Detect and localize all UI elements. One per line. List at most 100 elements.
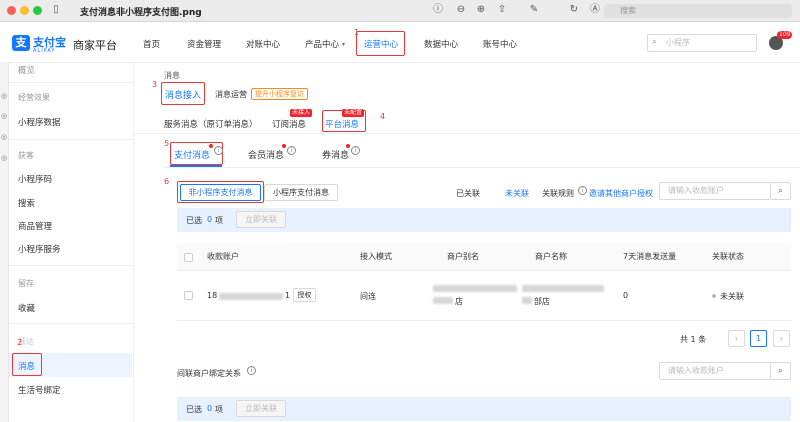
app-search-input[interactable]: 小程序 xyxy=(647,34,757,52)
info-icon[interactable]: i xyxy=(244,366,256,376)
info-icon[interactable]: ⓘ xyxy=(432,4,444,16)
annotation-5: 5 xyxy=(164,139,170,148)
window-search-input[interactable]: 搜索 xyxy=(604,4,792,18)
tab-coupon-message[interactable]: 券消息 xyxy=(322,148,349,161)
close-window-button[interactable] xyxy=(7,6,16,15)
selected-count: 0 xyxy=(207,215,213,224)
zoom-in-icon[interactable]: ⊕ xyxy=(475,4,487,16)
info-icon: i xyxy=(348,146,360,156)
col-sent-7d: 7天消息发送量 xyxy=(623,252,677,261)
info-icon: i xyxy=(211,146,223,156)
brand-title: 商家平台 xyxy=(73,39,117,52)
redacted-name xyxy=(522,285,604,292)
row-mode: 间连 xyxy=(360,292,376,301)
markup-icon[interactable]: ✎ xyxy=(528,4,540,16)
sidebar-item-goods[interactable]: 商品管理 xyxy=(18,220,52,232)
pagination-total: 共 1 条 xyxy=(680,335,707,344)
indirect-title: 间联商户绑定关系 xyxy=(177,369,241,378)
zoom-out-icon[interactable]: ⊖ xyxy=(455,4,467,16)
nav-home[interactable]: 首页 xyxy=(143,38,160,50)
sidebar-item-overview[interactable]: 概览 xyxy=(18,64,35,76)
select-all-checkbox[interactable] xyxy=(184,253,193,262)
share-icon[interactable]: ⇧ xyxy=(496,4,508,16)
tab-message-access[interactable]: 消息接入 xyxy=(165,88,201,101)
search-icon[interactable]: ⌕ xyxy=(771,362,791,380)
tab-pay-message[interactable]: 支付消息 xyxy=(174,148,210,161)
rotate-icon[interactable]: ↻ xyxy=(568,4,580,16)
page-1-button[interactable]: 1 xyxy=(750,330,767,347)
mini-pay-button[interactable]: 小程序支付消息 xyxy=(264,184,338,201)
zoom-window-button[interactable] xyxy=(33,6,42,15)
nav-data[interactable]: 数据中心 xyxy=(424,38,458,50)
redacted-alias xyxy=(433,297,453,304)
selected-prefix: 已选 xyxy=(186,216,202,225)
subtab-platform[interactable]: 平台消息 xyxy=(325,118,359,130)
sidebar-group-acquire: 获客 xyxy=(18,151,34,160)
nav-reconciliation[interactable]: 对账中心 xyxy=(246,38,280,50)
info-icon[interactable]: i xyxy=(575,186,587,196)
red-dot xyxy=(209,144,213,148)
sidebar-item-lifeaccount[interactable]: 生活号绑定 xyxy=(18,384,61,396)
linked-filter[interactable]: 已关联 xyxy=(456,188,480,199)
annotation-4: 4 xyxy=(380,112,386,121)
notification-badge: 109 xyxy=(777,31,793,39)
sidebar-item-search[interactable]: 搜索 xyxy=(18,197,35,209)
search-icon[interactable]: ⌕ xyxy=(771,182,791,200)
non-mini-pay-button[interactable]: 非小程序支付消息 xyxy=(180,184,261,201)
sidebar-item-favorites[interactable]: 收藏 xyxy=(18,302,35,314)
unlinked-filter[interactable]: 未关联 xyxy=(505,188,529,199)
account-suffix: 1 xyxy=(285,291,291,300)
tab-message-ops[interactable]: 消息运营 xyxy=(215,89,247,100)
sidebar-item-services[interactable]: 小程序服务 xyxy=(18,243,61,255)
table-header: 收款账户 接入模式 商户别名 商户名称 7天消息发送量 关联状态 xyxy=(177,243,791,271)
sidebar-item-mini-data[interactable]: 小程序数据 xyxy=(18,116,61,128)
prev-page-button[interactable]: ‹ xyxy=(728,330,745,347)
next-page-button[interactable]: › xyxy=(773,330,790,347)
sidebar-group-effect: 经营效果 xyxy=(18,93,50,102)
red-dot xyxy=(346,144,350,148)
nav-operations[interactable]: 运营中心 xyxy=(364,38,398,50)
window-title: 支付消息非小程序支付图.png xyxy=(80,8,202,18)
minimize-window-button[interactable] xyxy=(20,6,29,15)
table-row: 18 1 授权 间连 店 部店 0 未关联 xyxy=(177,271,791,321)
tab-member-message[interactable]: 会员消息 xyxy=(248,148,284,161)
account-prefix: 18 xyxy=(207,291,218,300)
nav-products[interactable]: 产品中心 xyxy=(305,38,339,50)
divider xyxy=(134,133,800,134)
subtab-subscribe[interactable]: 订阅消息 xyxy=(272,118,306,130)
rule-label: 关联规则 xyxy=(542,189,574,198)
sidebar-item-message[interactable]: 消息 xyxy=(18,360,35,372)
red-dot xyxy=(282,144,286,148)
alipay-logo-icon: 支 xyxy=(12,35,30,51)
status-badge: 未关联 xyxy=(720,292,744,301)
auth-button[interactable]: 授权 xyxy=(293,288,316,302)
sidebar-toggle-icon[interactable]: ▯ xyxy=(50,4,62,16)
col-merchant-name: 商户名称 xyxy=(535,252,567,261)
invite-link[interactable]: 邀请其他商户授权 xyxy=(589,188,653,199)
sidebar-group-retain: 留存 xyxy=(18,279,34,288)
redacted-name xyxy=(522,297,532,304)
indirect-search-input[interactable]: 请输入收款账户 xyxy=(659,362,771,380)
nav-glyph-icon: ◎ xyxy=(1,112,8,120)
link-now-button[interactable]: 立即关联 xyxy=(236,211,286,228)
account-search-input[interactable]: 请输入收款账户 xyxy=(659,182,771,200)
selected-suffix: 项 xyxy=(215,216,223,225)
col-mode: 接入模式 xyxy=(360,252,392,261)
link-now-button[interactable]: 立即关联 xyxy=(236,400,286,417)
nav-glyph-icon: ◎ xyxy=(1,154,8,162)
sidebar-divider xyxy=(9,265,134,266)
selected-suffix: 项 xyxy=(215,405,223,414)
page-title: 消息 xyxy=(164,71,180,80)
nav-funds[interactable]: 资金管理 xyxy=(187,38,221,50)
nav-account[interactable]: 账号中心 xyxy=(483,38,517,50)
annotation-3: 3 xyxy=(152,80,158,89)
tag-not-connected: 未接入 xyxy=(290,109,313,117)
col-status: 关联状态 xyxy=(712,252,744,261)
row-checkbox[interactable] xyxy=(184,291,193,300)
annotate-icon[interactable]: Ⓐ xyxy=(589,4,601,16)
redacted-account xyxy=(219,293,283,300)
chevron-down-icon: ▾ xyxy=(342,41,346,48)
sidebar-item-qrcode[interactable]: 小程序码 xyxy=(18,173,52,185)
subtab-service[interactable]: 服务消息（原订单消息） xyxy=(164,118,258,130)
logo-subtext: ALIPAY xyxy=(33,48,56,54)
